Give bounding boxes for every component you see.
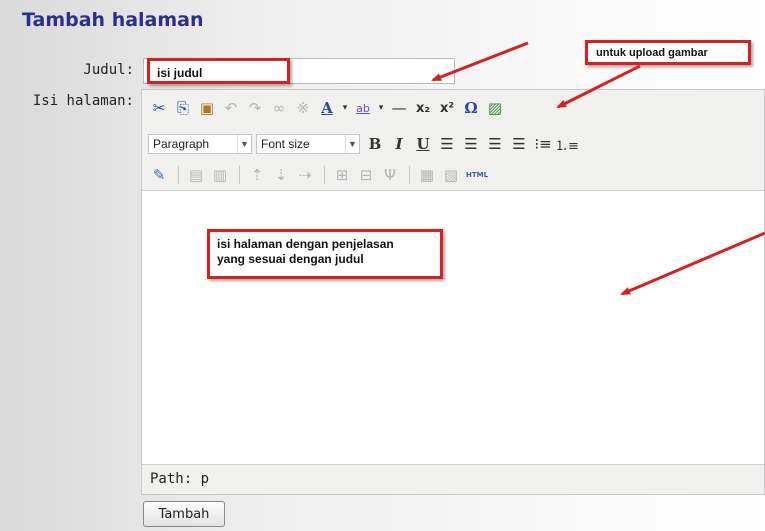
image-upload-icon[interactable]: ▨ xyxy=(484,97,506,119)
link-icon[interactable]: ∞ xyxy=(268,97,290,119)
copy-icon[interactable]: ⎘ xyxy=(172,97,194,119)
delete-col-icon[interactable]: Ψ xyxy=(379,164,401,186)
callout-isi-halaman: isi halaman dengan penjelasan yang sesua… xyxy=(207,229,443,279)
merge-cells-icon[interactable]: ⊞ xyxy=(331,164,353,186)
insert-row-icon[interactable]: ⇡ xyxy=(246,164,268,186)
paragraph-chevron-down-icon: ▼ xyxy=(237,135,251,153)
edit-icon[interactable]: ✎ xyxy=(148,164,170,186)
paste-icon[interactable]: ▣ xyxy=(196,97,218,119)
callout-isi-line-2: yang sesuai dengan judul xyxy=(217,252,364,266)
bold-icon[interactable]: B xyxy=(364,133,386,155)
align-center-icon[interactable]: ☰ xyxy=(460,133,482,155)
callout-judul: isi judul xyxy=(147,58,290,84)
insert-col-icon[interactable]: ⇢ xyxy=(294,164,316,186)
isi-halaman-label: Isi halaman: xyxy=(32,93,134,109)
font-size-select[interactable]: Font size ▼ xyxy=(256,134,360,154)
callout-upload-gambar: untuk upload gambar xyxy=(585,40,751,65)
judul-label: Judul: xyxy=(83,62,134,78)
table-icon[interactable]: ▦ xyxy=(416,164,438,186)
underline-icon[interactable]: U xyxy=(412,133,434,155)
bullet-list-icon[interactable]: ⁝≡ xyxy=(532,133,554,155)
font-size-select-label: Font size xyxy=(261,137,310,151)
undo-icon[interactable]: ↶ xyxy=(220,97,242,119)
align-left-icon[interactable]: ☰ xyxy=(436,133,458,155)
editor-toolbar: ✂ ⎘ ▣ ↶ ↷ ∞ ※ A ▾ ab ▾ — x₂ x² Ω ▨ Parag… xyxy=(142,90,764,191)
delete-row-icon[interactable]: ⇣ xyxy=(270,164,292,186)
split-cells-icon[interactable]: ⊟ xyxy=(355,164,377,186)
toolbar-separator xyxy=(178,166,179,184)
numbered-list-icon[interactable]: ⒈≡ xyxy=(555,133,579,155)
paragraph-select-label: Paragraph xyxy=(153,137,210,151)
toolbar-row-1: ✂ ⎘ ▣ ↶ ↷ ∞ ※ A ▾ ab ▾ — x₂ x² Ω ▨ xyxy=(148,96,508,120)
table-col-icon[interactable]: ▥ xyxy=(209,164,231,186)
align-justify-icon[interactable]: ☰ xyxy=(508,133,530,155)
table-row-icon[interactable]: ▤ xyxy=(185,164,207,186)
tambah-button[interactable]: Tambah xyxy=(143,501,225,527)
toolbar-row-3: ✎ ▤ ▥ ⇡ ⇣ ⇢ ⊞ ⊟ Ψ ▦ ▧ HTML xyxy=(148,163,492,187)
toolbar-row-2: Paragraph ▼ Font size ▼ B I U ☰ ☰ ☰ ☰ ⁝≡… xyxy=(148,132,580,156)
special-char-icon[interactable]: Ω xyxy=(460,97,482,119)
superscript-icon[interactable]: x² xyxy=(436,97,458,119)
callout-isi-line-1: isi halaman dengan penjelasan xyxy=(217,237,394,251)
paragraph-select[interactable]: Paragraph ▼ xyxy=(148,134,252,154)
italic-icon[interactable]: I xyxy=(388,133,410,155)
page-title: Tambah halaman xyxy=(22,9,204,31)
align-right-icon[interactable]: ☰ xyxy=(484,133,506,155)
toolbar-separator xyxy=(324,166,325,184)
rich-text-editor: ✂ ⎘ ▣ ↶ ↷ ∞ ※ A ▾ ab ▾ — x₂ x² Ω ▨ Parag… xyxy=(141,89,765,495)
table-props-icon[interactable]: ▧ xyxy=(440,164,462,186)
redo-icon[interactable]: ↷ xyxy=(244,97,266,119)
toolbar-separator xyxy=(409,166,410,184)
editor-status-bar: Path: p xyxy=(142,464,764,494)
highlight-dropdown-icon[interactable]: ▾ xyxy=(376,97,386,119)
subscript-icon[interactable]: x₂ xyxy=(412,97,434,119)
font-color-icon[interactable]: A xyxy=(316,97,338,119)
toolbar-separator xyxy=(239,166,240,184)
cut-icon[interactable]: ✂ xyxy=(148,97,170,119)
unlink-icon[interactable]: ※ xyxy=(292,97,314,119)
html-source-icon[interactable]: HTML xyxy=(464,164,490,186)
font-size-chevron-down-icon: ▼ xyxy=(345,135,359,153)
highlight-icon[interactable]: ab xyxy=(352,97,374,119)
horizontal-rule-icon[interactable]: — xyxy=(388,97,410,119)
font-color-dropdown-icon[interactable]: ▾ xyxy=(340,97,350,119)
